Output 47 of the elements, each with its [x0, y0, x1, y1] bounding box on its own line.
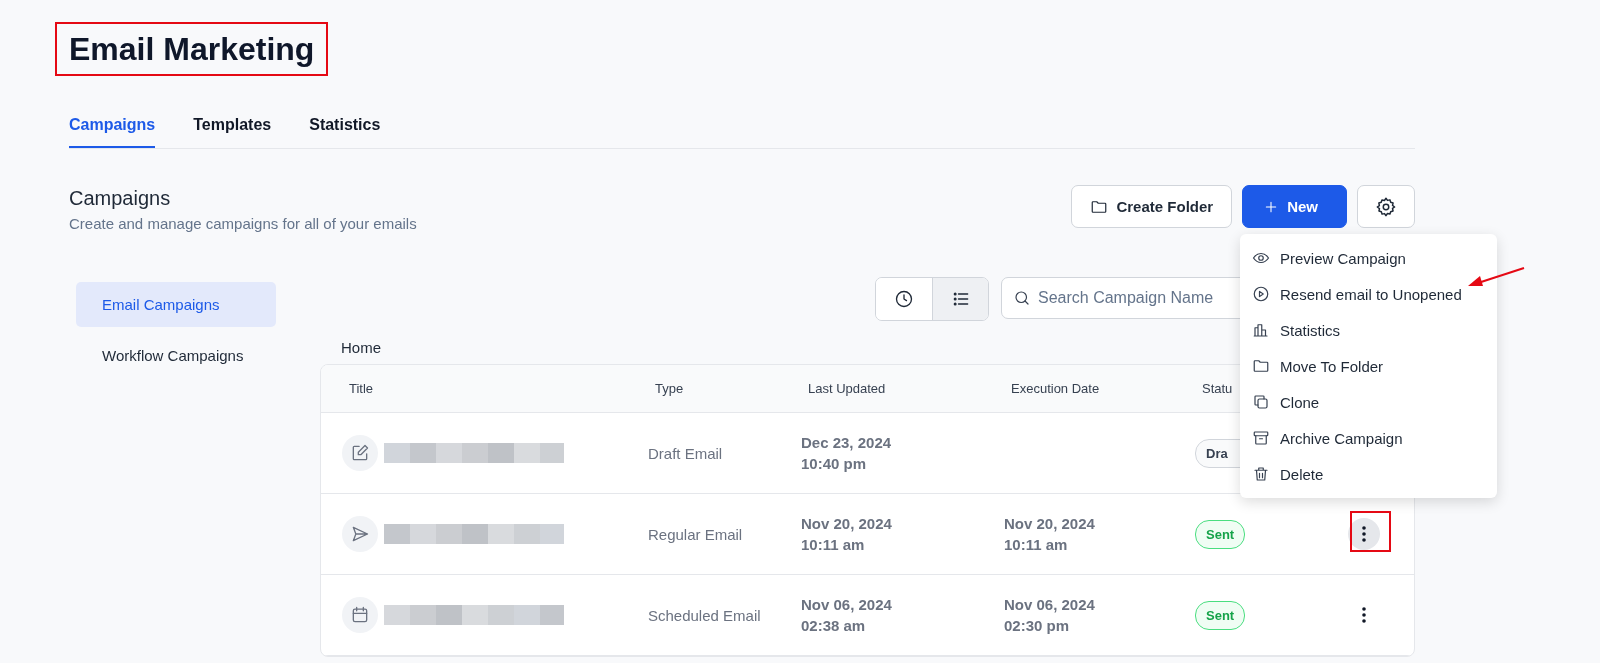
sidebar-item[interactable]: Email Campaigns: [76, 282, 276, 327]
breadcrumb: Home: [341, 339, 381, 356]
settings-icon: [1375, 195, 1397, 218]
more-icon: [1362, 526, 1366, 542]
page-title: Email Marketing: [69, 30, 315, 68]
sidebar-item[interactable]: Workflow Campaigns: [76, 333, 276, 378]
calendar-icon: [350, 605, 370, 625]
trash-icon: [1252, 465, 1270, 483]
archive-icon: [1252, 429, 1270, 447]
view-toggle-button[interactable]: [932, 278, 988, 320]
status-badge: Sent: [1195, 519, 1246, 549]
folder-icon: [1252, 357, 1270, 375]
column-header: Execution Date: [1010, 381, 1100, 396]
column-header: Statu: [1201, 381, 1233, 396]
new-button[interactable]: New: [1242, 185, 1347, 228]
column-header: Title: [348, 381, 374, 396]
date-cell-text: Nov 06, 2024 02:38 am: [801, 595, 893, 636]
type-cell-text: Regular Email: [648, 524, 744, 545]
menu-item[interactable]: Move To Folder: [1240, 348, 1497, 384]
date-cell-text: Nov 06, 2024 02:30 pm: [1004, 595, 1096, 636]
create-folder-button[interactable]: Create Folder: [1071, 185, 1233, 228]
type-cell-text: Scheduled Email: [648, 605, 762, 626]
highlight-box: [1350, 511, 1391, 552]
tab[interactable]: Statistics: [309, 116, 381, 148]
bar-chart-icon: [1252, 321, 1270, 339]
section-title: Campaigns: [69, 186, 172, 211]
date-cell-text: Nov 20, 2024 10:11 am: [1004, 514, 1096, 555]
column-header: Type: [654, 381, 684, 396]
more-button[interactable]: [1348, 518, 1380, 550]
column-header: Last Updated: [807, 381, 886, 396]
menu-item[interactable]: Clone: [1240, 384, 1497, 420]
section-description: Create and manage campaigns for all of your emails: [69, 215, 417, 232]
tab[interactable]: Campaigns: [69, 116, 156, 148]
edit-icon: [350, 443, 370, 463]
settings-button[interactable]: [1357, 185, 1415, 228]
status-badge: Sent: [1195, 600, 1246, 630]
copy-icon: [1252, 393, 1270, 411]
tab[interactable]: Templates: [193, 116, 272, 148]
send-icon: [350, 524, 370, 544]
play-icon: [1252, 285, 1270, 303]
menu-item[interactable]: Preview Campaign: [1240, 240, 1497, 276]
search-icon: [1013, 289, 1031, 307]
date-cell-text: Dec 23, 2024 10:40 pm: [801, 433, 893, 474]
more-icon: [1362, 607, 1366, 623]
clock-icon: [894, 289, 914, 309]
type-cell-text: Draft Email: [648, 443, 724, 464]
date-cell-text: Nov 20, 2024 10:11 am: [801, 514, 893, 555]
